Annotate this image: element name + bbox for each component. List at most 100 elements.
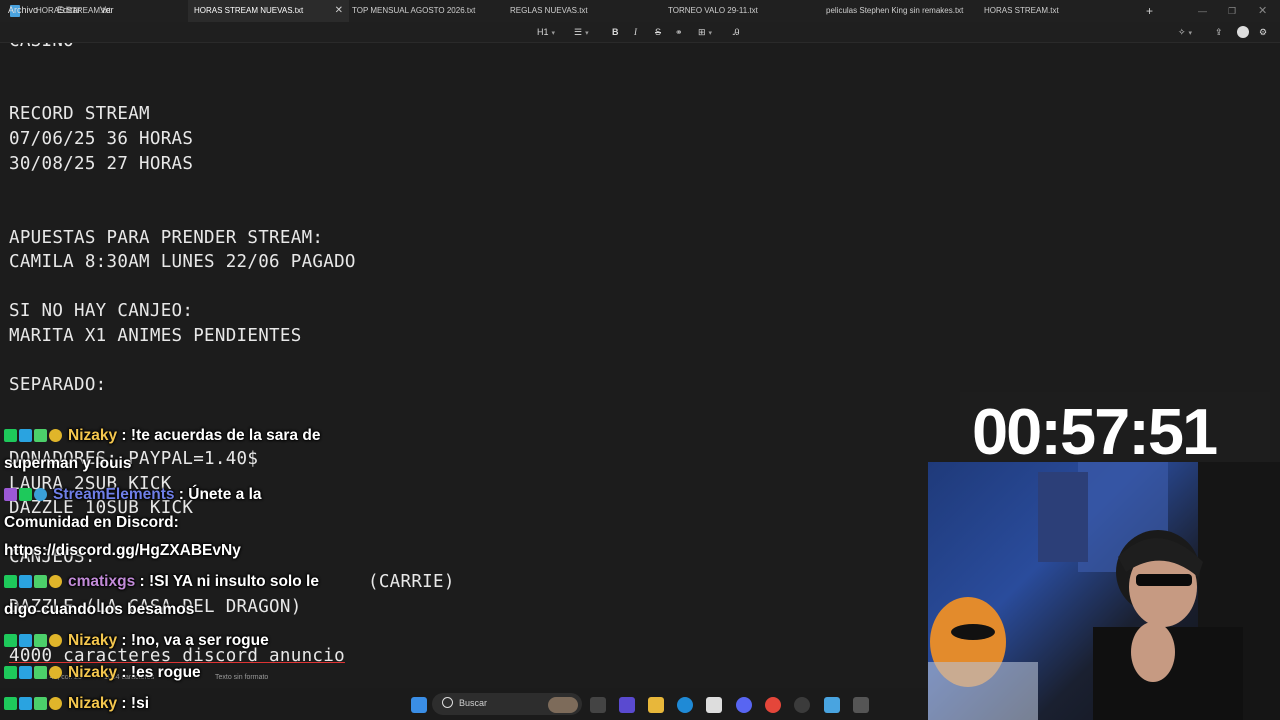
calculator-icon[interactable] (853, 697, 869, 713)
copilot-app-icon[interactable] (619, 697, 635, 713)
table-dropdown[interactable]: ⊞ ▾ (698, 22, 712, 42)
tab-torneo-valo[interactable]: TORNEO VALO 29-11.txt (662, 0, 818, 22)
chat-message: cmatixgs : !SI YA ni insulto solo le (4, 573, 319, 591)
sub-badge-icon (19, 575, 32, 589)
list-icon: ☰ (574, 27, 583, 37)
crown-badge-icon (49, 666, 62, 680)
chat-message: Nizaky : !no, va a ser rogue (4, 632, 269, 650)
edge-icon[interactable] (677, 697, 693, 713)
clear-formatting-icon[interactable]: Ꭿ (733, 22, 740, 42)
editor-line: SEPARADO: (9, 375, 107, 395)
chat-username: StreamElements (53, 486, 175, 504)
link-icon[interactable]: ⚭ (675, 22, 683, 42)
tab-horas-stream-nuevas[interactable]: HORAS STREAM NUEVAS.txt ✕ (188, 0, 349, 22)
tab-label: TORNEO VALO 29-11.txt (668, 6, 758, 15)
menu-archivo[interactable]: Archivo (8, 0, 38, 20)
search-highlight-icon[interactable] (548, 697, 578, 713)
crown-badge-icon (49, 429, 62, 443)
kick-badge-icon (4, 666, 17, 680)
gem-badge-icon (34, 575, 47, 589)
chevron-down-icon: ▾ (1188, 30, 1193, 37)
editor-line: RECORD STREAM (9, 104, 150, 124)
bot-badge-icon (4, 488, 17, 502)
kick-badge-icon (4, 634, 17, 648)
strikethrough-button[interactable]: S (655, 22, 661, 42)
tab-reglas-nuevas[interactable]: REGLAS NUEVAS.txt (504, 0, 660, 22)
chat-text: Únete a la (188, 486, 262, 504)
moderator-badge-icon (34, 488, 47, 502)
store-icon[interactable] (706, 697, 722, 713)
close-icon[interactable]: ✕ (335, 0, 343, 22)
chat-text: !no, va a ser rogue (130, 632, 269, 650)
crown-badge-icon (49, 575, 62, 589)
chat-message: StreamElements : Únete a la (4, 486, 262, 504)
menu-editar[interactable]: Editar (57, 0, 81, 20)
chat-message: Nizaky : !si (4, 695, 149, 713)
editor-line: APUESTAS PARA PRENDER STREAM: (9, 228, 324, 248)
verified-badge-icon (19, 488, 32, 502)
search-placeholder: Buscar (459, 698, 488, 708)
tab-horas-stream-2[interactable]: HORAS STREAM.txt (978, 0, 1134, 22)
chat-message: Nizaky : !te acuerdas de la sara de (4, 427, 320, 445)
menu-bar (0, 22, 1280, 43)
sub-badge-icon (19, 634, 32, 648)
new-tab-button[interactable]: + (1146, 0, 1153, 22)
discord-icon[interactable] (736, 697, 752, 713)
chrome-icon[interactable] (765, 697, 781, 713)
chevron-down-icon: ▾ (708, 30, 713, 37)
task-view-icon[interactable] (590, 697, 606, 713)
chat-badges (4, 632, 64, 650)
text-format: Texto sin formato (215, 674, 269, 681)
notepad-taskbar-icon[interactable] (824, 697, 840, 713)
gem-badge-icon (34, 429, 47, 443)
sub-badge-icon (19, 666, 32, 680)
editor-area[interactable]: CASINO RECORD STREAM 07/06/25 36 HORAS 3… (0, 43, 930, 693)
menu-ver[interactable]: Ver (100, 0, 114, 20)
tab-label: REGLAS NUEVAS.txt (510, 6, 588, 15)
tab-label: HORAS STREAM.txt (984, 6, 1059, 15)
maximize-icon[interactable]: ❐ (1228, 0, 1236, 22)
tab-top-mensual[interactable]: TOP MENSUAL AGOSTO 2026.txt (346, 0, 502, 22)
chat-username: Nizaky (68, 664, 118, 682)
crown-badge-icon (49, 634, 62, 648)
heading-label: H1 (537, 27, 549, 37)
kick-badge-icon (4, 429, 17, 443)
close-window-icon[interactable]: ✕ (1258, 0, 1267, 22)
bold-button[interactable]: B (612, 22, 619, 42)
account-avatar[interactable] (1237, 26, 1249, 38)
file-explorer-icon[interactable] (648, 697, 664, 713)
editor-line: CASINO (9, 43, 74, 51)
stream-timer: 00:57:51 (972, 395, 1218, 468)
settings-gear-icon[interactable]: ⚙ (1259, 22, 1267, 42)
tab-label: peliculas Stephen King sin remakes.txt (826, 6, 964, 15)
heading-dropdown[interactable]: H1 ▾ (537, 22, 555, 42)
editor-line: 30/08/25 27 HORAS (9, 154, 194, 174)
chat-badges (4, 427, 64, 445)
windows-start-icon[interactable] (411, 697, 427, 713)
chat-text: !es rogue (130, 664, 201, 682)
sub-badge-icon (19, 429, 32, 443)
chat-username: Nizaky (68, 695, 118, 713)
tab-label: TOP MENSUAL AGOSTO 2026.txt (352, 6, 476, 15)
chat-message-continuation: digo cuando los besamos (4, 601, 195, 618)
gem-badge-icon (34, 634, 47, 648)
table-icon: ⊞ (698, 27, 706, 37)
search-icon (442, 697, 453, 708)
discord-link[interactable]: https://discord.gg/HgZXABEvNy (4, 542, 241, 560)
gem-badge-icon (34, 666, 47, 680)
chat-text: !SI YA ni insulto solo le (148, 573, 319, 591)
list-dropdown[interactable]: ☰ ▾ (574, 22, 589, 42)
share-icon[interactable]: ⇪ (1215, 22, 1223, 42)
editor-line: 07/06/25 36 HORAS (9, 129, 194, 149)
sub-badge-icon (19, 697, 32, 711)
minimize-icon[interactable]: — (1198, 0, 1207, 22)
italic-button[interactable]: I (634, 22, 637, 42)
chat-username: cmatixgs (68, 573, 136, 591)
steam-icon[interactable] (794, 697, 810, 713)
chat-message: Nizaky : !es rogue (4, 664, 201, 682)
copilot-dropdown[interactable]: ✧ ▾ (1178, 22, 1192, 42)
chat-username: Nizaky (68, 632, 118, 650)
tab-label: HORAS STREAM NUEVAS.txt (194, 6, 304, 15)
tab-peliculas-stephen-king[interactable]: peliculas Stephen King sin remakes.txt (820, 0, 981, 22)
crown-badge-icon (49, 697, 62, 711)
